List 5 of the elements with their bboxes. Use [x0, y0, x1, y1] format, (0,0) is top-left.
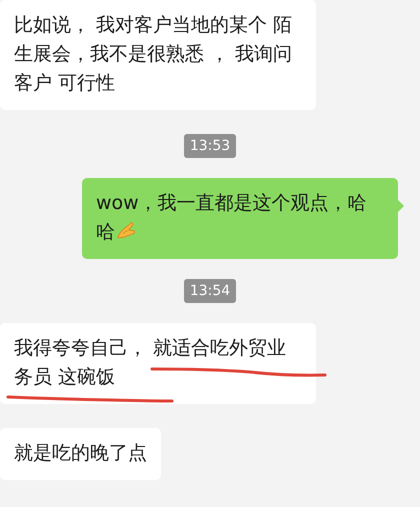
message-bubble: 就是吃的晚了点: [0, 428, 161, 480]
timestamp: 13:53: [184, 134, 236, 158]
message-bubble: 比如说， 我对客户当地的某个 陌生展会，我不是很熟悉 ， 我询问客户 可行性: [0, 0, 316, 110]
bubble-tail: [398, 200, 404, 212]
timestamp: 13:54: [184, 279, 236, 303]
